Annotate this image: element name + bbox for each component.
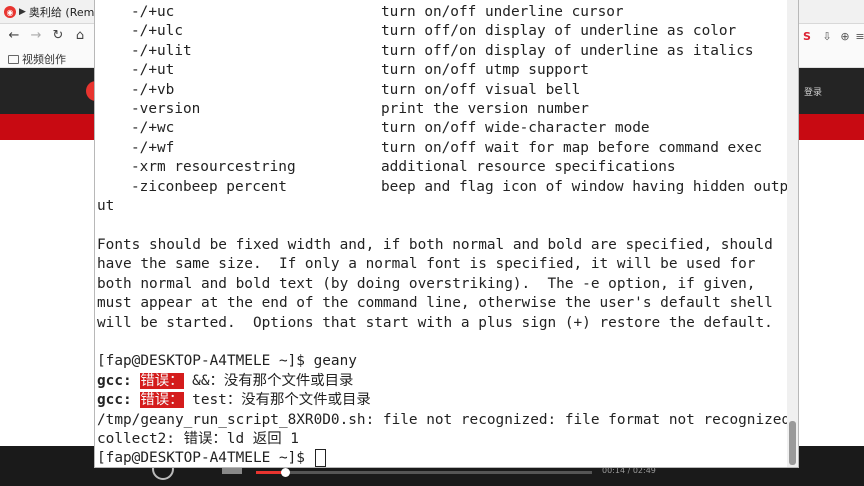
progress-knob[interactable] bbox=[280, 468, 290, 477]
back-icon[interactable]: ← bbox=[6, 28, 22, 44]
option-line: -ziconbeep percent beep and flag icon of … bbox=[131, 178, 789, 195]
browser-tab[interactable]: ◉ ▶ 奥利给 (Remix bbox=[4, 2, 98, 22]
login-link[interactable]: 登录 bbox=[804, 85, 822, 98]
option-line: -/+ulit turn off/on display of underline … bbox=[131, 42, 754, 59]
paragraph-line: have the same size. If only a normal fon… bbox=[97, 256, 756, 273]
prompt-line: [fap@DESKTOP-A4TMELE ~]$ geany bbox=[97, 353, 357, 370]
reload-icon[interactable]: ↻ bbox=[50, 28, 66, 44]
scrollbar-thumb[interactable] bbox=[789, 421, 796, 465]
option-line: -xrm resourcestring additional resource s… bbox=[131, 159, 676, 176]
option-line: -version print the version number bbox=[131, 101, 589, 118]
paragraph-line: will be started. Options that start with… bbox=[97, 314, 773, 331]
option-line: -/+vb turn on/off visual bell bbox=[131, 81, 581, 98]
terminal-output: -/+uc turn on/off underline cursor -/+ulc… bbox=[97, 3, 789, 467]
option-line: -/+ut turn on/off utmp support bbox=[131, 62, 589, 79]
option-line: -/+wc turn on/off wide-character mode bbox=[131, 120, 650, 137]
download-icon[interactable]: ⇩ bbox=[820, 30, 834, 44]
forward-icon[interactable]: → bbox=[28, 28, 44, 44]
prompt-line[interactable]: [fap@DESKTOP-A4TMELE ~]$ bbox=[97, 449, 789, 467]
tab-title: 奥利给 (Remix bbox=[28, 6, 98, 19]
menu-icon[interactable]: ≡ bbox=[853, 30, 864, 44]
collect-error-line: collect2: 错误：ld 返回 1 bbox=[97, 430, 299, 447]
error-label: 错误： bbox=[140, 372, 184, 389]
playing-icon: ▶ bbox=[19, 7, 26, 17]
linker-error-line: /tmp/geany_run_script_8XR0D0.sh: file no… bbox=[97, 411, 789, 428]
add-icon[interactable]: ⊕ bbox=[838, 30, 852, 44]
bookmark-label: 视频创作 bbox=[22, 53, 66, 66]
playback-progress[interactable] bbox=[256, 468, 592, 477]
option-line: -/+wf turn on/off wait for map before com… bbox=[131, 139, 763, 156]
paragraph-line: must appear at the end of the command li… bbox=[97, 295, 773, 312]
terminal-scrollbar[interactable] bbox=[787, 0, 798, 467]
terminal-window[interactable]: -/+uc turn on/off underline cursor -/+ulc… bbox=[94, 0, 799, 468]
error-label: 错误： bbox=[140, 392, 184, 409]
home-icon[interactable]: ⌂ bbox=[72, 28, 88, 44]
option-line: -/+ulc turn off/on display of underline a… bbox=[131, 23, 737, 40]
text-cursor bbox=[314, 449, 326, 467]
folder-icon bbox=[8, 54, 19, 64]
paragraph-line: both normal and bold text (by doing over… bbox=[97, 275, 756, 292]
bookmark-video-creation[interactable]: 视频创作 bbox=[8, 51, 66, 67]
gcc-error-line: gcc: 错误： test：没有那个文件或目录 bbox=[97, 392, 371, 409]
option-line: -/+uc turn on/off underline cursor bbox=[131, 4, 624, 20]
paragraph-line: Fonts should be fixed width and, if both… bbox=[97, 236, 773, 253]
netease-music-icon: ◉ bbox=[4, 6, 16, 18]
wrapped-line: ut bbox=[97, 198, 115, 215]
gcc-error-line: gcc: 错误： &&：没有那个文件或目录 bbox=[97, 372, 354, 389]
extension-s-icon[interactable]: S bbox=[800, 30, 814, 44]
